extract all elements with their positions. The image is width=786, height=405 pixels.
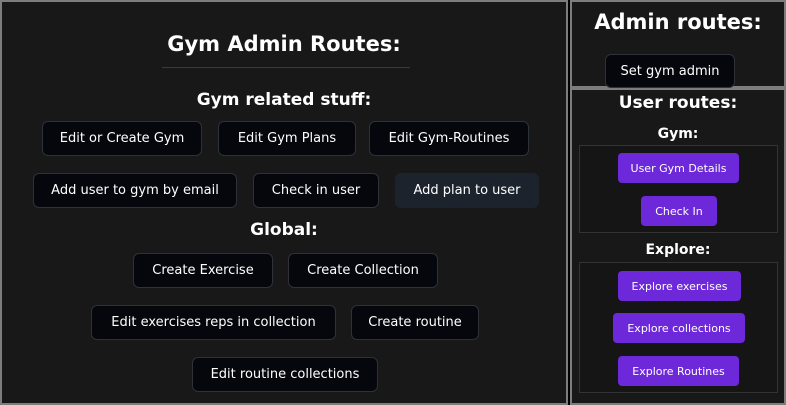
gym-section-heading: Gym related stuff: xyxy=(196,90,372,110)
user-routes-panel: User routes: Gym: User Gym Details Check… xyxy=(570,88,786,405)
check-in-user-button[interactable]: Check in user xyxy=(253,173,379,208)
explore-box: Explore exercises Explore collections Ex… xyxy=(579,262,778,393)
explore-collections-button[interactable]: Explore collections xyxy=(613,313,745,343)
create-collection-button[interactable]: Create Collection xyxy=(288,253,438,288)
edit-gym-plans-button[interactable]: Edit Gym Plans xyxy=(218,121,356,156)
explore-heading: Explore: xyxy=(645,242,711,258)
user-gym-details-button[interactable]: User Gym Details xyxy=(618,153,739,183)
add-user-to-gym-button[interactable]: Add user to gym by email xyxy=(33,173,237,208)
user-gym-box: User Gym Details Check In xyxy=(579,145,778,233)
check-in-button[interactable]: Check In xyxy=(641,196,717,226)
edit-create-gym-button[interactable]: Edit or Create Gym xyxy=(42,121,202,156)
page-title: Gym Admin Routes: xyxy=(167,32,401,56)
edit-exercise-reps-button[interactable]: Edit exercises reps in collection xyxy=(91,305,336,340)
add-plan-to-user-button[interactable]: Add plan to user xyxy=(395,173,539,208)
gym-admin-panel: Gym Admin Routes: Gym related stuff: Edi… xyxy=(0,0,568,405)
set-gym-admin-button[interactable]: Set gym admin xyxy=(605,54,735,88)
create-routine-button[interactable]: Create routine xyxy=(351,305,479,340)
admin-routes-panel: Admin routes: Set gym admin xyxy=(570,0,786,88)
global-section-heading: Global: xyxy=(250,220,318,240)
explore-exercises-button[interactable]: Explore exercises xyxy=(618,271,741,301)
create-exercise-button[interactable]: Create Exercise xyxy=(133,253,273,288)
explore-routines-button[interactable]: Explore Routines xyxy=(618,356,739,386)
edit-gym-routines-button[interactable]: Edit Gym-Routines xyxy=(369,121,529,156)
edit-routine-collections-button[interactable]: Edit routine collections xyxy=(192,357,378,392)
user-routes-title: User routes: xyxy=(618,93,738,113)
user-gym-heading: Gym: xyxy=(657,126,699,142)
title-divider xyxy=(162,67,410,68)
admin-routes-title: Admin routes: xyxy=(594,10,762,34)
